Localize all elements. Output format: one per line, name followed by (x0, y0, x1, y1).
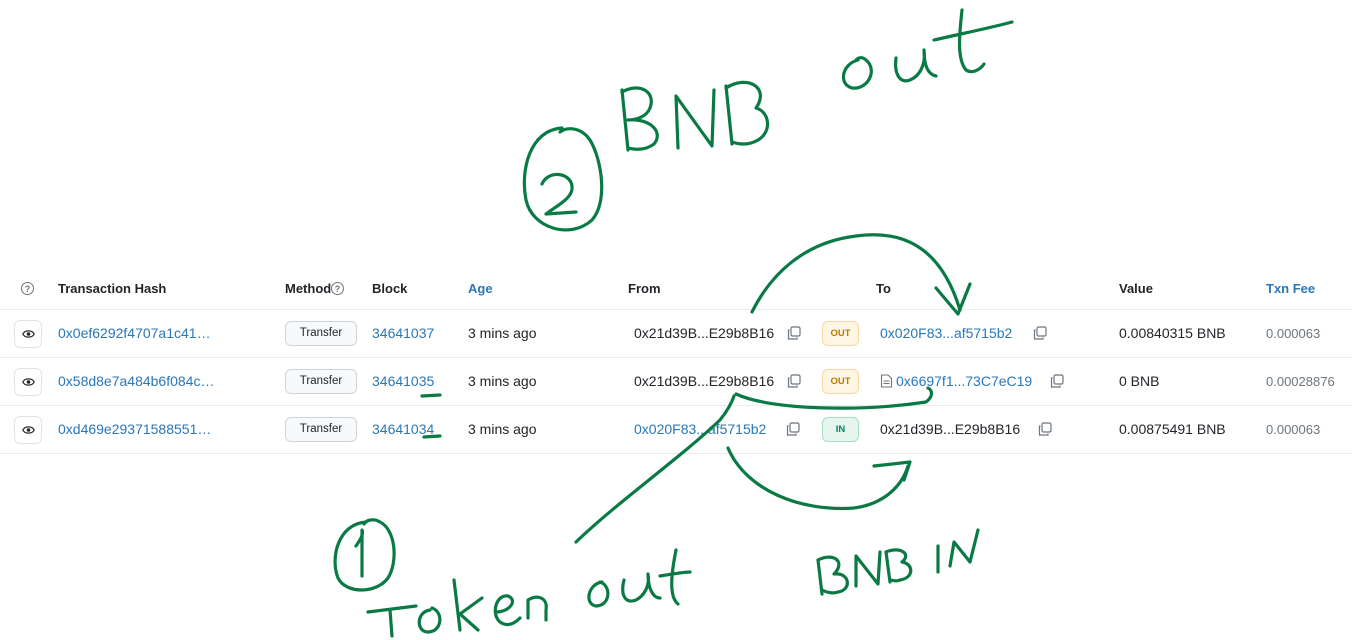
direction-badge: OUT (822, 369, 859, 394)
arrow-bottom-curve (726, 446, 910, 511)
txn-fee-text: 0.000063 (1266, 326, 1321, 341)
bnb-in-letter-b2 (884, 548, 913, 584)
age-text: 3 mins ago (468, 325, 537, 341)
method-help-icon[interactable]: ? (331, 282, 344, 295)
bnb-out-letter-b2 (724, 80, 770, 146)
bnb-out-letter-o (841, 56, 873, 90)
tx-hash-link[interactable]: 0xd469e29371588551… (58, 421, 211, 437)
to-address-link[interactable]: 0x6697f1...73C7eC19 (896, 373, 1032, 389)
block-link[interactable]: 34641035 (372, 373, 434, 389)
copy-icon[interactable] (1050, 374, 1064, 388)
circle-2-outline (522, 126, 604, 232)
copy-icon[interactable] (786, 422, 800, 436)
bnb-in-letter-b1 (816, 555, 849, 596)
txn-fee-text: 0.00028876 (1266, 374, 1335, 389)
header-age[interactable]: Age (468, 281, 493, 296)
value-text: 0.00875491 BNB (1119, 421, 1226, 437)
header-tx-hash: Transaction Hash (58, 281, 167, 296)
from-address[interactable]: 0x21d39B...E29b8B16 (634, 373, 774, 389)
tx-hash-link[interactable]: 0x0ef6292f4707a1c41… (58, 325, 211, 341)
view-details-button[interactable] (14, 416, 42, 444)
from-address[interactable]: 0x21d39B...E29b8B16 (634, 325, 774, 341)
method-badge: Transfer (285, 321, 357, 346)
eye-icon (22, 426, 35, 434)
copy-icon[interactable] (1033, 326, 1047, 340)
bnb-out-letter-u (894, 48, 938, 83)
bnb-out-letter-b1 (620, 86, 659, 152)
circle-1-outline (333, 518, 396, 592)
bnb-in-letter-n (854, 550, 882, 588)
tx-hash-link[interactable]: 0x58d8e7a484b6f084c… (58, 373, 214, 389)
token-letter-n (526, 595, 548, 622)
direction-badge: OUT (822, 321, 859, 346)
txn-fee-text: 0.000063 (1266, 422, 1321, 437)
header-block: Block (372, 281, 408, 296)
contract-file-icon (880, 374, 893, 388)
bnb-out-letter-t (932, 8, 1014, 74)
copy-icon[interactable] (1038, 422, 1052, 436)
to-address-link[interactable]: 0x020F83...af5715b2 (880, 325, 1012, 341)
direction-badge: IN (822, 417, 859, 442)
eye-icon (22, 378, 35, 386)
arrow-bottom-head (872, 460, 912, 482)
age-text: 3 mins ago (468, 373, 537, 389)
header-txn-fee[interactable]: Txn Fee (1266, 281, 1315, 296)
table-header-row: ? Transaction Hash Method ? Block Age Fr… (0, 268, 1352, 310)
token-letter-o (417, 606, 442, 634)
copy-icon[interactable] (787, 374, 801, 388)
age-text: 3 mins ago (468, 421, 537, 437)
token-letter-e (493, 594, 522, 627)
header-to: To (876, 281, 891, 296)
header-method: Method (285, 281, 332, 296)
table-row: 0x0ef6292f4707a1c41… Transfer 34641037 3… (0, 310, 1352, 358)
token-out-letter-o (587, 580, 610, 608)
token-letter-t (366, 604, 418, 638)
block-link[interactable]: 34641037 (372, 325, 434, 341)
table-row: 0x58d8e7a484b6f084c… Transfer 34641035 3… (0, 358, 1352, 406)
view-details-button[interactable] (14, 368, 42, 396)
header-value: Value (1119, 281, 1153, 296)
copy-icon[interactable] (787, 326, 801, 340)
eye-icon (22, 330, 35, 338)
to-address[interactable]: 0x21d39B...E29b8B16 (880, 421, 1020, 437)
view-details-button[interactable] (14, 320, 42, 348)
token-out-letter-t (658, 548, 692, 606)
help-icon[interactable]: ? (21, 282, 34, 295)
method-badge: Transfer (285, 369, 357, 394)
token-out-letter-u (621, 572, 662, 603)
circle-1-digit (354, 528, 365, 578)
bnb-out-letter-n (674, 88, 716, 150)
block-link[interactable]: 34641034 (372, 421, 434, 437)
circle-2-digit (540, 172, 578, 216)
value-text: 0 BNB (1119, 373, 1160, 389)
token-letter-k (452, 578, 484, 632)
table-row: 0xd469e29371588551… Transfer 34641034 3 … (0, 406, 1352, 454)
from-address-link[interactable]: 0x020F83...af5715b2 (634, 421, 766, 437)
method-badge: Transfer (285, 417, 357, 442)
header-from: From (628, 281, 661, 296)
bnb-in-letter-n2 (948, 528, 980, 568)
value-text: 0.00840315 BNB (1119, 325, 1226, 341)
